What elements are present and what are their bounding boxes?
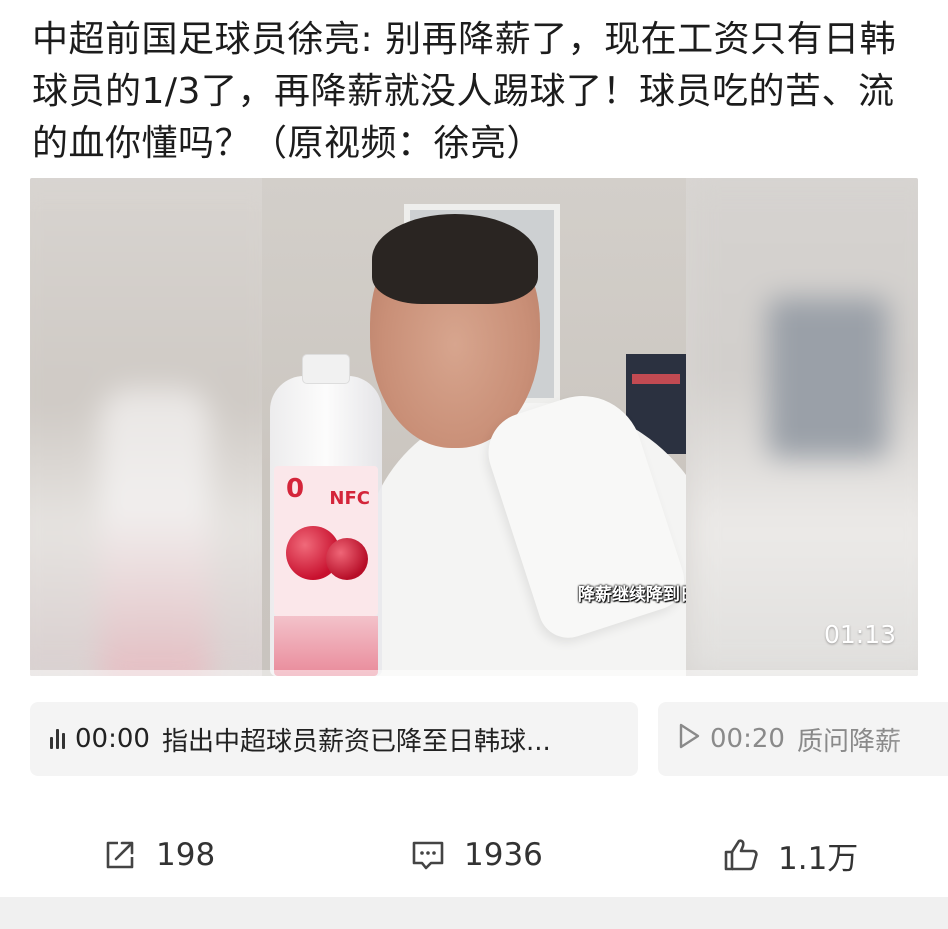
chapter-text: 质问降薪 bbox=[796, 726, 901, 757]
comment-count: 1936 bbox=[464, 837, 543, 873]
video-progress-track[interactable] bbox=[30, 670, 918, 676]
action-bar: 198 1936 1.1万 bbox=[0, 820, 948, 890]
share-button[interactable]: 198 bbox=[102, 820, 215, 890]
video-frame: 0 NFC 降薪继续降到日韩球员的收入 bbox=[262, 178, 686, 676]
chapter-text: 指出中超球员薪资已降至日韩球... bbox=[161, 726, 551, 757]
like-button[interactable]: 1.1万 bbox=[722, 820, 858, 890]
like-count: 1.1万 bbox=[778, 840, 859, 877]
comment-button[interactable]: 1936 bbox=[410, 820, 543, 890]
bottom-divider bbox=[0, 897, 948, 929]
bottle-brand: NFC bbox=[329, 488, 370, 509]
play-icon bbox=[678, 723, 700, 756]
bottle-zero: 0 bbox=[286, 474, 305, 504]
person-hair bbox=[372, 214, 538, 304]
chapter-time: 00:00 bbox=[75, 724, 150, 754]
chapter-chip[interactable]: 00:20 质问降薪 bbox=[658, 702, 948, 776]
post-title: 中超前国足球员徐亮: 别再降薪了，现在工资只有日韩球员的1/3了，再降薪就没人踢… bbox=[32, 19, 897, 164]
video-blur-left bbox=[30, 178, 280, 676]
chapter-time: 00:20 bbox=[710, 724, 785, 754]
video-duration: 01:13 bbox=[823, 620, 896, 649]
chapter-list: 00:00 指出中超球员薪资已降至日韩球... 00:20 质问降薪 bbox=[30, 702, 948, 776]
share-icon bbox=[106, 841, 134, 869]
juice-bottle: 0 NFC bbox=[270, 354, 382, 676]
video-blur-right bbox=[688, 178, 918, 676]
video-subtitle: 降薪继续降到日韩球员的收入 bbox=[578, 585, 686, 605]
comment-icon bbox=[412, 841, 444, 870]
thumbs-up-icon bbox=[724, 839, 758, 871]
chapter-chip[interactable]: 00:00 指出中超球员薪资已降至日韩球... bbox=[30, 702, 638, 776]
audio-bars-icon bbox=[50, 729, 65, 749]
video-player[interactable]: 0 NFC 降薪继续降到日韩球员的收入 01:13 bbox=[30, 178, 918, 676]
share-count: 198 bbox=[156, 837, 216, 873]
